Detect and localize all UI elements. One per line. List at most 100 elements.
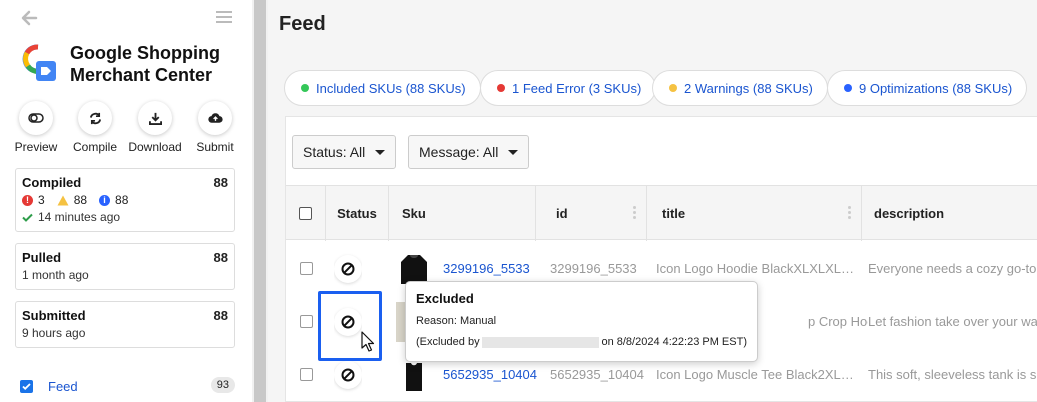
row-checkbox[interactable] xyxy=(300,262,313,275)
chip-label: 9 Optimizations (88 SKUs) xyxy=(859,80,1013,96)
column-header-description[interactable]: description xyxy=(862,186,1037,241)
sku-link[interactable]: 5652935_10404 xyxy=(443,367,537,382)
google-shopping-logo xyxy=(22,44,56,81)
submitted-time: 9 hours ago xyxy=(22,326,86,340)
blue-dot-icon xyxy=(844,84,852,92)
no-entry-icon xyxy=(341,262,355,275)
chip-feed-error[interactable]: 1 Feed Error (3 SKUs) xyxy=(480,70,657,106)
message-filter-label: Message: All xyxy=(419,144,499,160)
caret-down-icon xyxy=(508,149,519,155)
submitted-count: 88 xyxy=(213,308,228,323)
row-select-cell xyxy=(300,348,313,401)
compiled-title: Compiled xyxy=(22,175,82,190)
sidebar: Google Shopping Merchant Center Preview … xyxy=(0,0,252,402)
row-select-cell xyxy=(300,242,313,295)
row-select-cell xyxy=(300,295,313,348)
chip-label: Included SKUs (88 SKUs) xyxy=(316,80,466,96)
tooltip-title: Excluded xyxy=(416,291,474,306)
error-count: 3 xyxy=(38,193,45,207)
preview-button[interactable]: Preview xyxy=(6,101,66,154)
tooltip-excluded-by: (Excluded by on 8/8/2024 4:22:23 PM EST) xyxy=(416,336,747,348)
column-header-title[interactable]: title xyxy=(647,186,862,241)
description-header-label: description xyxy=(874,206,945,221)
app-title-line2: Merchant Center xyxy=(70,65,213,85)
chip-warnings[interactable]: 2 Warnings (88 SKUs) xyxy=(652,70,828,106)
preview-label: Preview xyxy=(14,140,58,154)
compile-label: Compile xyxy=(72,140,117,154)
pulled-time: 1 month ago xyxy=(22,268,89,282)
select-all-checkbox[interactable] xyxy=(299,207,312,220)
tooltip-reason: Reason: Manual xyxy=(416,315,497,327)
submit-label: Submit xyxy=(196,140,234,154)
row-checkbox[interactable] xyxy=(300,315,313,328)
column-header-id[interactable]: id xyxy=(536,186,647,241)
status-header-label: Status xyxy=(337,206,377,221)
download-label: Download xyxy=(128,140,182,154)
description-cell: This soft, sleeveless tank is s xyxy=(868,367,1037,382)
message-filter-dropdown[interactable]: Message: All xyxy=(408,135,530,169)
status-filter-dropdown[interactable]: Status: All xyxy=(292,135,397,169)
compiled-time-row: 14 minutes ago xyxy=(22,210,228,224)
chip-label: 1 Feed Error (3 SKUs) xyxy=(512,80,642,96)
compiled-card[interactable]: Compiled 88 ! 3 88 i 88 14 minutes ago xyxy=(15,168,235,232)
caret-down-icon xyxy=(375,149,386,155)
column-header-sku[interactable]: Sku xyxy=(389,186,536,241)
title-cell: p Crop Hoodie… xyxy=(808,314,868,329)
warning-icon xyxy=(57,195,69,205)
red-dot-icon xyxy=(497,84,505,92)
checkmark-icon xyxy=(22,382,31,390)
excluded-status-icon[interactable] xyxy=(334,254,362,283)
chip-included-skus[interactable]: Included SKUs (88 SKUs) xyxy=(284,70,481,106)
description-cell: Everyone needs a cozy go-to xyxy=(868,261,1037,276)
status-filter-label: Status: All xyxy=(303,144,366,160)
back-arrow-icon[interactable] xyxy=(20,9,38,27)
sidebar-scrollbar-thumb[interactable] xyxy=(254,0,266,402)
title-header-label: title xyxy=(662,206,686,221)
column-menu-icon[interactable] xyxy=(633,206,636,221)
sidebar-item-feed[interactable]: Feed 93 xyxy=(20,377,235,395)
feed-label: Feed xyxy=(48,378,78,394)
toggle-icon xyxy=(28,113,44,123)
submitted-card[interactable]: Submitted 88 9 hours ago xyxy=(15,301,235,348)
column-menu-icon[interactable] xyxy=(848,206,851,221)
hamburger-menu-icon[interactable] xyxy=(216,11,232,25)
pulled-title: Pulled xyxy=(22,250,62,265)
compiled-issue-counts: ! 3 88 i 88 xyxy=(22,193,228,207)
chip-optimizations[interactable]: 9 Optimizations (88 SKUs) xyxy=(827,70,1028,106)
id-header-label: id xyxy=(556,206,568,221)
mouse-cursor-icon xyxy=(361,331,375,352)
feed-count-badge: 93 xyxy=(210,377,235,393)
check-icon xyxy=(22,213,33,222)
tooltip-by-prefix: (Excluded by xyxy=(416,336,480,348)
yellow-dot-icon xyxy=(669,84,677,92)
green-dot-icon xyxy=(301,84,309,92)
column-header-status[interactable]: Status xyxy=(326,186,389,241)
compile-button[interactable]: Compile xyxy=(65,101,125,154)
page-title: Feed xyxy=(279,13,326,35)
redacted-user-name xyxy=(481,336,600,348)
compiled-count: 88 xyxy=(213,175,228,190)
error-icon: ! xyxy=(22,194,33,206)
feed-checkbox[interactable] xyxy=(20,379,33,393)
pulled-card[interactable]: Pulled 88 1 month ago xyxy=(15,243,235,290)
chip-label: 2 Warnings (88 SKUs) xyxy=(684,80,813,96)
description-cell: Let fashion take over your wa xyxy=(868,314,1037,329)
pulled-count: 88 xyxy=(213,250,228,265)
warning-count: 88 xyxy=(73,193,88,207)
excluded-status-icon[interactable] xyxy=(334,360,362,389)
info-count: 88 xyxy=(115,193,129,207)
download-button[interactable]: Download xyxy=(125,101,185,154)
sku-link[interactable]: 3299196_5533 xyxy=(443,261,530,276)
action-bar: Preview Compile Download Submit xyxy=(12,101,242,157)
status-cell xyxy=(334,242,362,295)
row-checkbox[interactable] xyxy=(300,368,313,381)
table-header: Status Sku id title description xyxy=(286,185,1037,241)
app-title-line1: Google Shopping xyxy=(70,43,220,63)
excluded-tooltip: Excluded Reason: Manual (Excluded by on … xyxy=(405,281,758,362)
submitted-title: Submitted xyxy=(22,308,86,323)
submit-button[interactable]: Submit xyxy=(185,101,245,154)
download-icon xyxy=(148,112,162,125)
app-title: Google Shopping Merchant Center xyxy=(70,42,245,86)
info-icon: i xyxy=(99,194,111,206)
refresh-icon xyxy=(89,112,101,124)
